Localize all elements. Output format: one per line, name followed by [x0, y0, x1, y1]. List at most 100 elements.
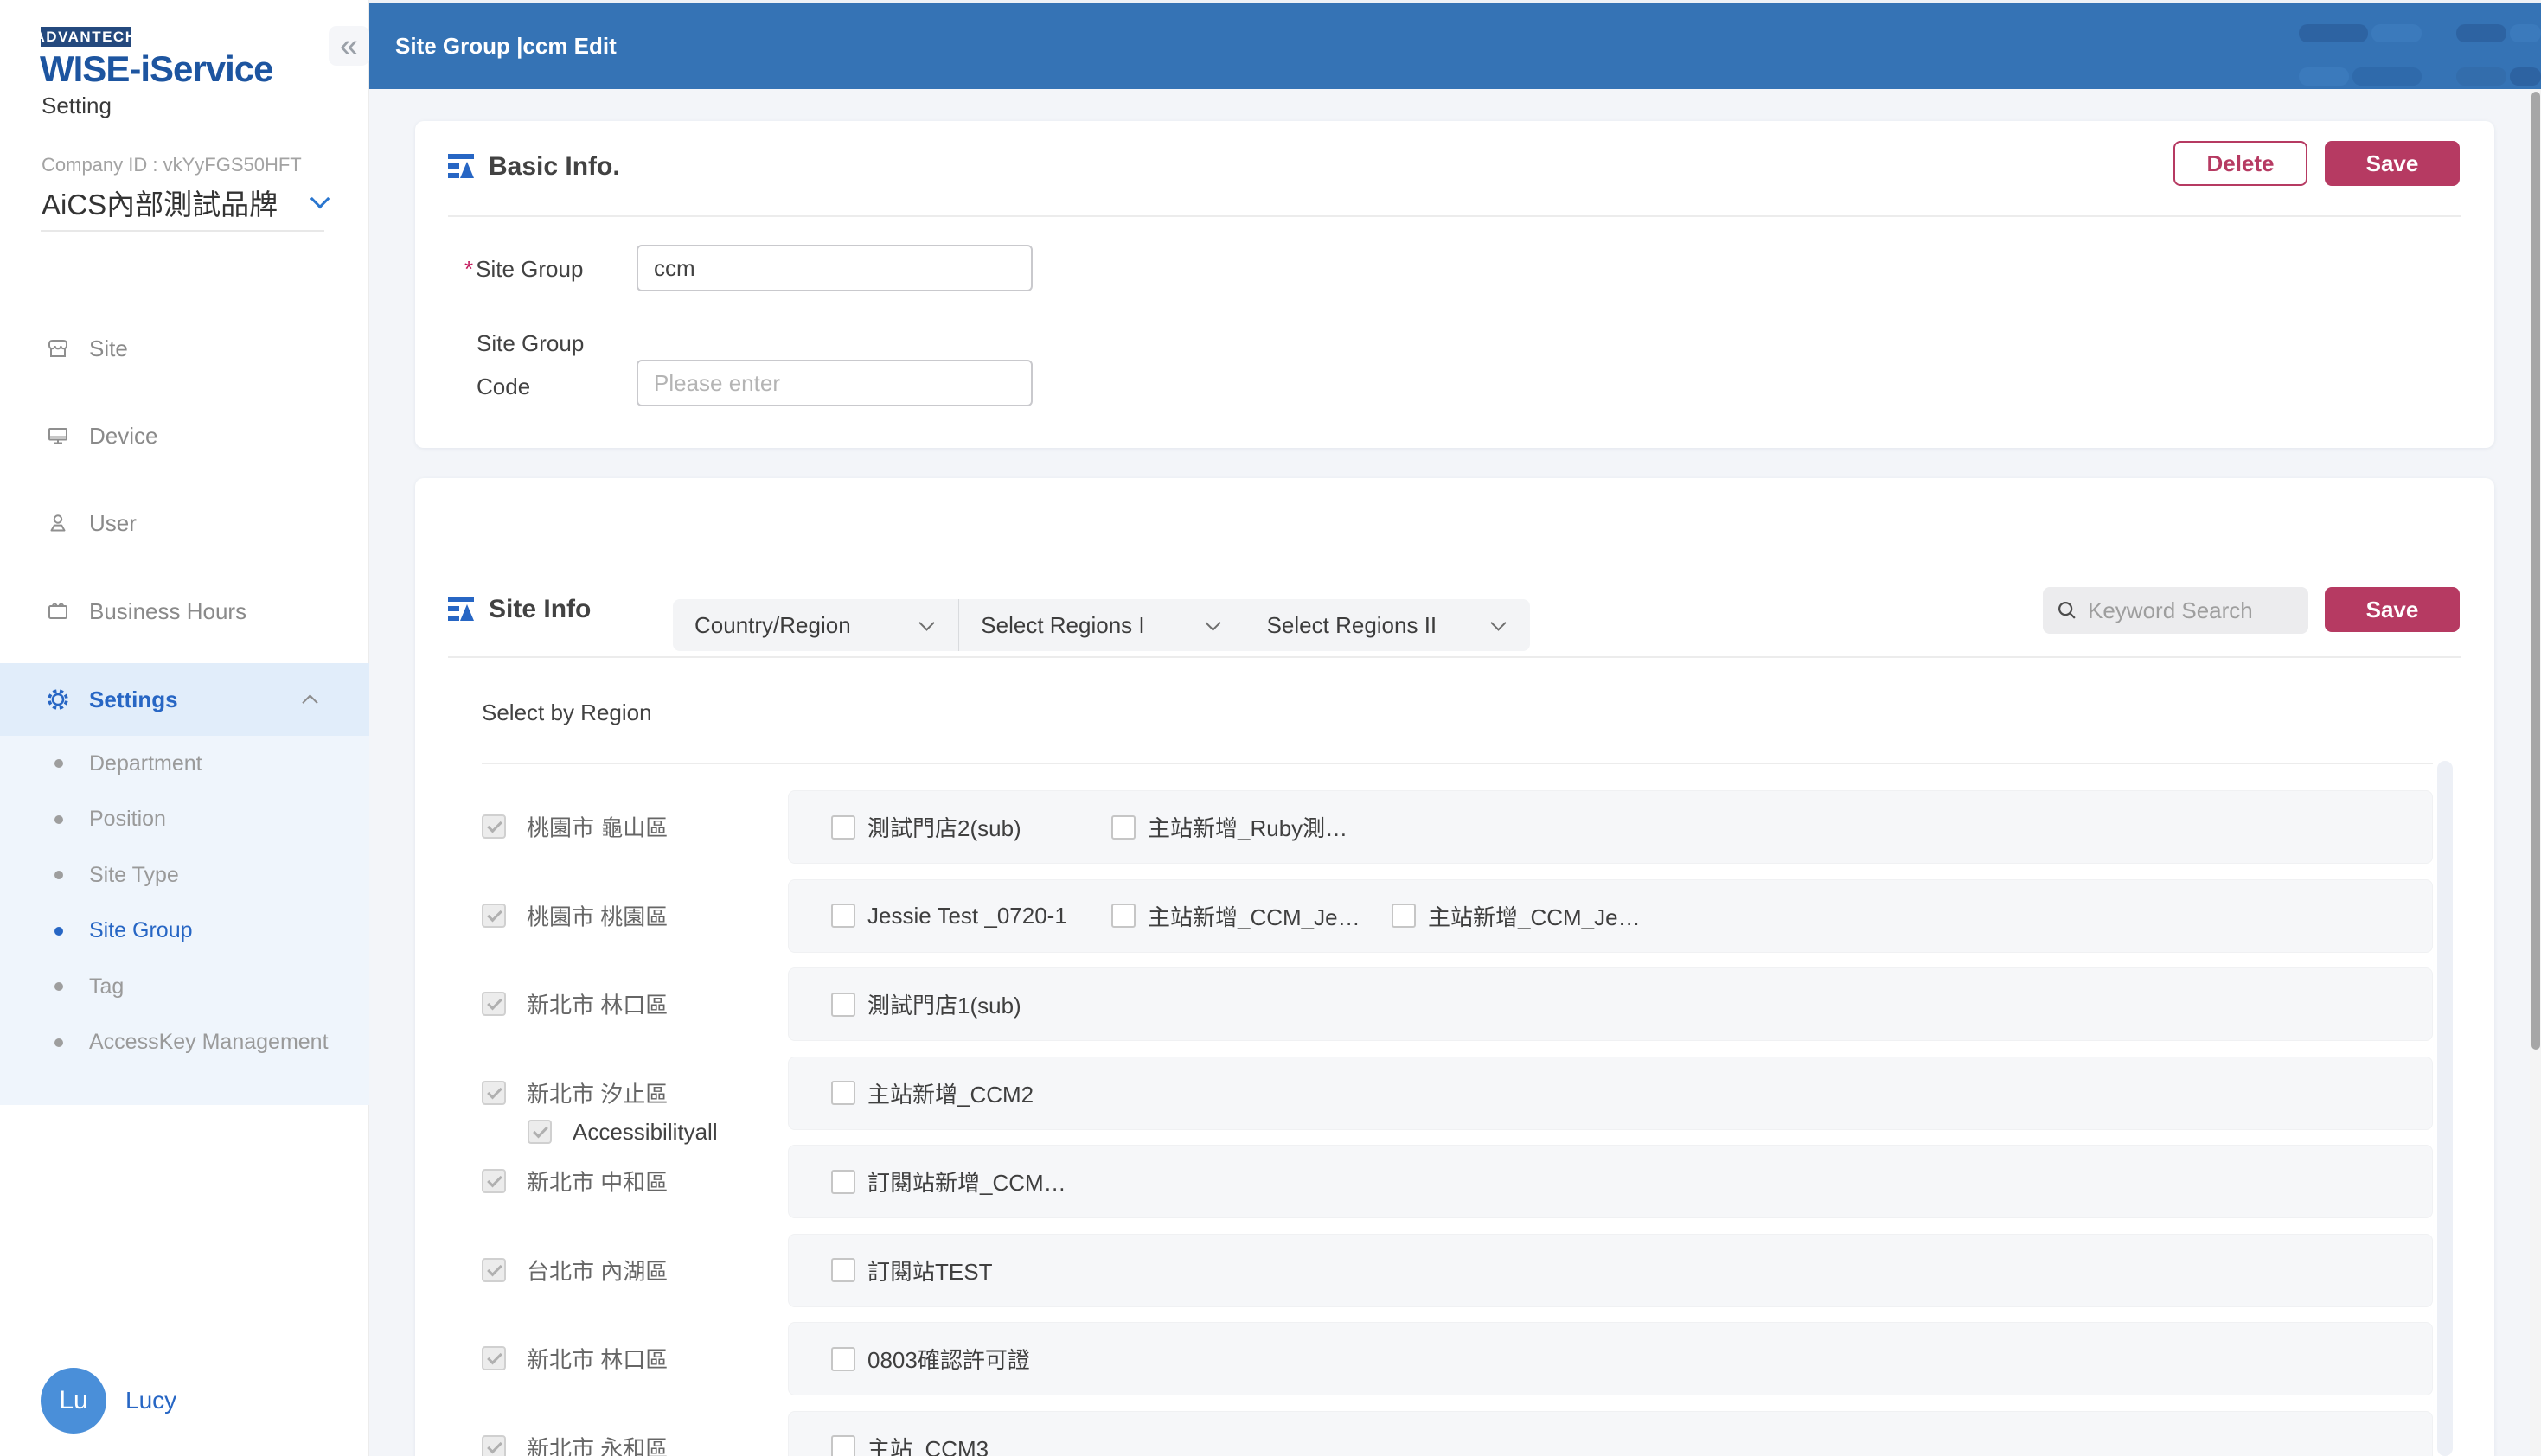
site-checkbox[interactable] [831, 1347, 855, 1371]
site-checkbox[interactable] [831, 993, 855, 1017]
dropdown-regions-2[interactable]: Select Regions II [1245, 599, 1530, 651]
header-pill [2510, 67, 2541, 86]
site-checkbox[interactable] [831, 1258, 855, 1282]
sidebar-item-label: Site [89, 335, 128, 362]
site-checkbox[interactable] [1111, 904, 1136, 928]
header-pill [2456, 24, 2506, 42]
section-icon [448, 153, 474, 179]
site-group-code-input[interactable] [637, 360, 1033, 406]
site-checkbox[interactable] [1111, 815, 1136, 840]
site-label: 主站_CCM3 [867, 1432, 989, 1456]
site-panel [788, 1234, 2433, 1307]
site-item: 主站新增_Ruby測… [1111, 790, 1347, 864]
keyword-search [2043, 587, 2308, 634]
header-pill [2456, 67, 2506, 86]
page-scrollbar[interactable] [2530, 89, 2541, 1456]
save-button[interactable]: Save [2325, 141, 2460, 186]
header-pill [2352, 67, 2422, 86]
site-label: 主站新增_CCM_Je… [1428, 900, 1641, 932]
chevron-up-icon [302, 694, 317, 710]
sidebar-collapse-button[interactable]: « [329, 26, 369, 66]
select-by-region-label: Select by Region [482, 699, 652, 726]
site-checkbox[interactable] [1392, 904, 1416, 928]
site-checkbox[interactable] [831, 904, 855, 928]
bullet-icon [54, 815, 63, 824]
person-icon [45, 510, 71, 536]
submenu-item-label: Department [89, 751, 202, 776]
region-site-row: 台北市 內湖區 訂閱站TEST [482, 1234, 2433, 1307]
chevron-down-icon [1205, 615, 1220, 630]
site-item: 主站新增_CCM_Je… [1111, 879, 1360, 953]
region-checkbox [482, 1346, 506, 1370]
region-label: 新北市 林口區 [527, 1343, 668, 1375]
site-panel [788, 1322, 2433, 1395]
brand-name: AiCS內部測試品牌 [42, 182, 278, 223]
bullet-icon [54, 982, 63, 991]
site-label: 訂閱站新增_CCM… [867, 1165, 1066, 1197]
region-label: 新北市 中和區 [527, 1165, 668, 1197]
page-title: Site Group |ccm Edit [395, 3, 617, 89]
settings-submenu-item[interactable]: Tag [0, 959, 369, 1015]
settings-submenu-item[interactable]: Site Type [0, 847, 369, 904]
region-checkbox [482, 992, 506, 1016]
region-site-row: 新北市 汐止區 主站新增_CCM2 [482, 1057, 2433, 1130]
dropdown-country-region[interactable]: Country/Region [673, 599, 958, 651]
submenu-item-label: Site Type [89, 863, 179, 888]
site-item: 主站新增_CCM2 [831, 1057, 1034, 1130]
region-site-row: 新北市 永和區 主站_CCM3 [482, 1411, 2433, 1456]
advantech-logo: ADVANTECH [41, 27, 131, 47]
sidebar-item-settings[interactable]: Settings [0, 663, 369, 736]
region-label: 新北市 林口區 [527, 988, 668, 1020]
site-label: Jessie Test _0720-1 [867, 903, 1067, 929]
delete-button[interactable]: Delete [2173, 141, 2307, 186]
header-pill [2371, 24, 2422, 42]
site-checkbox[interactable] [831, 1170, 855, 1194]
submenu-item-label: AccessKey Management [89, 1030, 329, 1055]
chevron-down-icon [1490, 615, 1506, 630]
dropdown-regions-1[interactable]: Select Regions I [958, 599, 1244, 651]
sidebar-item-site[interactable]: Site [0, 312, 369, 385]
brand-selector[interactable]: AiCS內部測試品牌 [42, 184, 327, 220]
site-checkbox[interactable] [831, 1081, 855, 1105]
section-title: Site Info [489, 595, 591, 624]
header-pill [2299, 24, 2368, 42]
site-checkbox[interactable] [831, 815, 855, 840]
sidebar-item-device[interactable]: Device [0, 399, 369, 472]
settings-submenu-item[interactable]: Site Group [0, 904, 369, 960]
sidebar-item-business-hours[interactable]: Business Hours [0, 575, 369, 648]
region-site-row: 桃園市 龜山區 測試門店2(sub) 主站新增_Ruby測… [482, 790, 2433, 864]
site-label: 主站新增_CCM_Je… [1148, 900, 1360, 932]
region-label: 桃園市 龜山區 [527, 811, 668, 843]
site-label: 主站新增_CCM2 [867, 1077, 1034, 1109]
calendar-icon [45, 598, 71, 624]
header-pill [2299, 67, 2349, 86]
sidebar: ADVANTECH WISE-iService Setting « Compan… [0, 0, 369, 1456]
region-checkbox [482, 1169, 506, 1193]
region-checkbox [482, 904, 506, 928]
page-scrollbar-thumb[interactable] [2531, 92, 2540, 1050]
required-asterisk: * [464, 256, 473, 282]
site-label: 主站新增_Ruby測… [1148, 811, 1347, 843]
user-profile[interactable]: Lu Lucy [41, 1368, 176, 1434]
settings-submenu-item[interactable]: Department [0, 736, 369, 792]
site-label: 測試門店1(sub) [867, 988, 1021, 1020]
save-button[interactable]: Save [2325, 587, 2460, 632]
site-list-scrollbar-track[interactable] [2437, 761, 2453, 1456]
company-id-label: Company ID : vkYyFGS50HFT [42, 154, 302, 176]
region-site-row: 新北市 林口區 測試門店1(sub) [482, 967, 2433, 1041]
app-subtitle: Setting [42, 93, 112, 119]
keyword-search-input[interactable] [2088, 597, 2287, 624]
settings-submenu-item[interactable]: Position [0, 792, 369, 848]
site-checkbox[interactable] [831, 1435, 855, 1456]
user-name: Lucy [125, 1387, 176, 1414]
settings-submenu-item[interactable]: AccessKey Management [0, 1015, 369, 1071]
sidebar-item-user[interactable]: User [0, 487, 369, 559]
page-header: Site Group |ccm Edit [369, 3, 2541, 89]
site-group-input[interactable] [637, 245, 1033, 291]
site-item: 訂閱站新增_CCM… [831, 1145, 1066, 1218]
basic-info-card: Basic Info. Delete Save *Site Group Site… [415, 121, 2494, 448]
region-checkbox [482, 814, 506, 839]
site-panel [788, 967, 2433, 1041]
chevron-down-icon [919, 615, 935, 630]
region-label: 新北市 汐止區 [527, 1076, 668, 1108]
